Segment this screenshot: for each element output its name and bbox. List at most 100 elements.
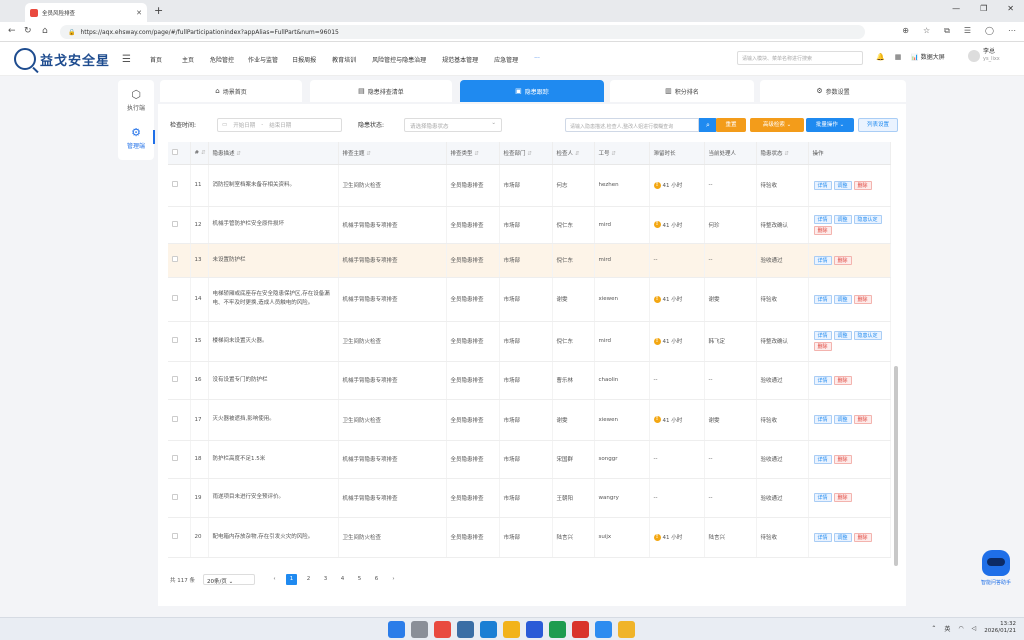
detail-button[interactable]: 详情 <box>813 180 832 190</box>
refresh-icon[interactable]: ↻ <box>24 26 32 36</box>
menu-toggle-icon[interactable]: ☰ <box>122 54 131 65</box>
detail-button[interactable]: 详情 <box>813 532 832 542</box>
url-field[interactable]: 🔒 https://aqx.ehsway.com/page/#/fullPart… <box>60 25 865 39</box>
detail-button[interactable]: 详情 <box>813 331 832 340</box>
wifi-icon[interactable]: ◠ <box>958 625 963 632</box>
edge-icon[interactable] <box>480 621 497 638</box>
page-number-button[interactable]: 1 <box>286 574 297 585</box>
data-screen-link[interactable]: 📊 数据大屏 <box>911 52 944 61</box>
page-number-button[interactable]: 4 <box>337 574 348 585</box>
row-checkbox[interactable] <box>168 321 191 362</box>
tab-hazard-tracking[interactable]: ▣ 隐患跟踪 <box>460 80 604 102</box>
detail-button[interactable]: 详情 <box>813 415 832 424</box>
bell-icon[interactable]: 🔔 <box>876 53 885 61</box>
bookmark-star-icon[interactable]: ☆ <box>923 26 930 36</box>
grid-icon[interactable]: ▦ <box>895 53 902 61</box>
delete-button[interactable]: 删除 <box>853 180 872 190</box>
page-number-button[interactable]: 6 <box>371 574 382 585</box>
row-checkbox[interactable] <box>168 440 191 479</box>
prev-page-button[interactable]: ‹ <box>269 574 280 585</box>
volume-icon[interactable]: ◁ <box>972 625 977 632</box>
row-checkbox[interactable] <box>168 399 191 441</box>
nav-item[interactable]: 主页 <box>182 55 194 64</box>
nav-item[interactable]: 教育培训 <box>332 55 356 64</box>
adjust-button[interactable]: 调整 <box>833 180 852 190</box>
module-search-input[interactable]: 请输入模块、菜单名称进行搜索 <box>737 51 863 65</box>
column-header[interactable]: 滞留时长 <box>649 142 705 165</box>
table-row[interactable]: 20 配电箱内存放杂物,存在引发火灾的风险。 卫生间防火检查 全员隐患排查 市场部 陆言兴… <box>168 517 891 558</box>
page-number-button[interactable]: 5 <box>354 574 365 585</box>
column-header[interactable]: 隐患状态 ⇵ <box>756 142 809 165</box>
delete-button[interactable]: 删除 <box>833 255 852 265</box>
page-size-select[interactable]: 20条/页 ⌄ <box>203 574 255 585</box>
row-checkbox[interactable] <box>168 478 191 518</box>
column-header[interactable]: 排查主题 ⇵ <box>338 142 447 165</box>
adjust-button[interactable]: 调整 <box>833 294 852 304</box>
table-row[interactable]: 13 未设置防护栏 机械手臂隐患专项排查 全员隐患排查 市场部 倪仁东 mird -- -- 验收… <box>168 243 891 278</box>
adjust-button[interactable]: 调整 <box>833 214 852 224</box>
row-checkbox[interactable] <box>168 277 191 322</box>
next-page-button[interactable]: › <box>388 574 399 585</box>
table-row[interactable]: 16 没有设置专门的防护栏 机械手臂隐患专项排查 全员隐患排查 市场部 曹乐林 chaoli… <box>168 361 891 400</box>
chrome-icon[interactable] <box>503 621 520 638</box>
detail-button[interactable]: 详情 <box>813 375 832 385</box>
column-header[interactable]: 检查人 ⇵ <box>552 142 595 165</box>
page-number-button[interactable]: 3 <box>320 574 331 585</box>
ime-indicator[interactable]: 英 <box>944 624 950 633</box>
detail-button[interactable]: 详情 <box>813 294 832 304</box>
delete-button[interactable]: 删除 <box>853 415 872 424</box>
nav-item[interactable]: 首页 <box>150 55 162 64</box>
page-number-button[interactable]: 2 <box>303 574 314 585</box>
logo[interactable]: 益戈安全星 <box>14 48 110 70</box>
hazard-confirm-button[interactable]: 隐患认定 <box>853 214 882 224</box>
close-tab-icon[interactable]: ✕ <box>136 9 142 17</box>
select-all-checkbox[interactable] <box>168 142 191 165</box>
row-checkbox[interactable] <box>168 361 191 400</box>
table-row[interactable]: 11 消防控制室档案未备存相关资料。 卫生间防火检查 全员隐患排查 市场部 何志 hezhe… <box>168 164 891 207</box>
detail-button[interactable]: 详情 <box>813 454 832 464</box>
search-button[interactable]: ⌕ <box>699 118 717 132</box>
favorites-icon[interactable]: ☰ <box>964 26 971 36</box>
folder-icon[interactable] <box>618 621 635 638</box>
extensions-icon[interactable]: ⧉ <box>944 26 950 36</box>
reset-button[interactable]: 重置 <box>716 118 746 132</box>
detail-button[interactable]: 详情 <box>813 255 832 265</box>
keyword-search-input[interactable]: 请输入隐患描述,检查人,整改人姐进行模糊查询 <box>565 118 699 132</box>
table-row[interactable]: 18 防护栏高度不足1.5米 机械手臂隐患专项排查 全员隐患排查 市场部 宋国群 songg… <box>168 440 891 479</box>
nav-item[interactable]: 作业与监管 <box>248 55 278 64</box>
adjust-button[interactable]: 调整 <box>833 532 852 542</box>
start-icon[interactable] <box>388 621 405 638</box>
nav-item[interactable]: 日报周报 <box>292 55 316 64</box>
delete-button[interactable]: 删除 <box>853 294 872 304</box>
column-header[interactable]: 工号 ⇵ <box>594 142 650 165</box>
app-icon[interactable] <box>595 621 612 638</box>
adjust-button[interactable]: 调整 <box>833 415 852 424</box>
column-header[interactable]: 当前处理人 <box>704 142 757 165</box>
row-checkbox[interactable] <box>168 164 191 207</box>
nav-item[interactable]: 风险管控与隐患治理 <box>372 55 426 64</box>
home-icon[interactable]: ⌂ <box>42 26 48 36</box>
column-header[interactable]: 排查类型 ⇵ <box>446 142 500 165</box>
date-range-picker[interactable]: ▭ 开始日期 - 结束日期 <box>217 118 342 132</box>
nav-more[interactable]: ··· <box>534 55 540 64</box>
tab-checklist[interactable]: ▤ 隐患排查清单 <box>310 80 452 102</box>
column-header[interactable]: 隐患描述 ⇵ <box>208 142 339 165</box>
nav-item[interactable]: 危险管控 <box>210 55 234 64</box>
zoom-icon[interactable]: ⊕ <box>902 26 909 36</box>
delete-button[interactable]: 删除 <box>833 454 852 464</box>
delete-button[interactable]: 删除 <box>853 532 872 542</box>
tab-points-ranking[interactable]: ▥ 积分排名 <box>610 80 754 102</box>
app-icon[interactable] <box>457 621 474 638</box>
batch-operation-button[interactable]: 批量操作 ⌄ <box>806 118 854 132</box>
delete-button[interactable]: 删除 <box>813 342 832 351</box>
clock[interactable]: 13:32 2026/01/21 <box>984 621 1016 635</box>
back-icon[interactable]: ← <box>8 26 16 36</box>
adjust-button[interactable]: 调整 <box>833 331 852 340</box>
advanced-search-button[interactable]: 高级检索 ⌄ <box>750 118 804 132</box>
sidebar-item-executor[interactable]: ⬡ 执行端 <box>118 88 154 112</box>
ai-assistant[interactable]: 智能问答助手 <box>976 550 1016 586</box>
wechat-icon[interactable] <box>549 621 566 638</box>
app-icon[interactable] <box>572 621 589 638</box>
start-date-input[interactable]: 开始日期 <box>233 121 255 129</box>
detail-button[interactable]: 详情 <box>813 493 832 502</box>
